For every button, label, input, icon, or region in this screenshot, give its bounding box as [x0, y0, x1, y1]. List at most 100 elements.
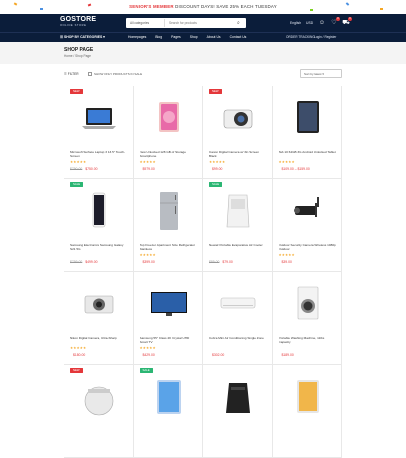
phone-icon[interactable]: [78, 189, 120, 233]
menu-item-shop[interactable]: Shop: [190, 33, 198, 42]
product-old-price: $790.00: [70, 167, 83, 171]
product-current-price: $180.00: [73, 353, 86, 357]
order-tracking-link[interactable]: ORDER TRACKING: [286, 33, 315, 42]
product-card[interactable]: Samsung 55" Class 4K Crystal UHD Smart T…: [133, 272, 203, 365]
product-badge: NEW: [70, 89, 83, 94]
product-card[interactable]: Outdoor Security Camera Wireless 1080p O…: [272, 179, 342, 272]
menu-item-pages[interactable]: Pages: [171, 33, 181, 42]
product-card[interactable]: NEW Canon Digital Camera w/ 3in Screen Bl…: [203, 86, 273, 179]
logo[interactable]: GOSTORE ONLINE STORE: [60, 16, 96, 28]
product-current-price: $750.00: [85, 167, 98, 171]
menu-item-blog[interactable]: Blog: [155, 33, 162, 42]
tablet-black-icon[interactable]: [287, 96, 329, 140]
product-card[interactable]: NEW: [64, 365, 134, 458]
product-current-price: $39.00: [281, 260, 292, 264]
product-title[interactable]: Microsoft Surface Laptop 3 13.5" Touch-S…: [70, 150, 128, 158]
search-icon[interactable]: ⌕: [237, 20, 243, 26]
user-icon[interactable]: ☺: [318, 19, 326, 27]
air-fryer-icon[interactable]: [217, 375, 259, 419]
product-card[interactable]: [203, 365, 273, 458]
product-title[interactable]: Top Freezer Apartment Size Refrigerator …: [140, 243, 198, 251]
product-title[interactable]: Canon Digital Camera w/ 3in Screen Black: [209, 150, 267, 158]
product-card[interactable]: SALE Samsung Electronics Samsung Galaxy S…: [64, 179, 134, 272]
camera-icon[interactable]: [217, 96, 259, 140]
menu-item-homepages[interactable]: Homepages: [128, 33, 146, 42]
ipad-blue-icon[interactable]: [148, 375, 190, 419]
fridge-icon[interactable]: [148, 189, 190, 233]
product-price: $89.00 $79.00: [209, 260, 233, 264]
product-current-price: $399.00: [142, 260, 155, 264]
product-badge: SALE: [139, 368, 153, 373]
tv-icon[interactable]: [148, 282, 190, 326]
in-sale-label: SHOW ONLY PRODUCTS IN SALE: [94, 72, 143, 76]
shop-by-categories-label: SHOP BY CATEGORIES: [63, 35, 103, 39]
product-card[interactable]: Tab 10 64GB 3G Android Unlocked Tablet ★★…: [272, 86, 342, 179]
product-rating: ★★★★★: [278, 253, 295, 257]
product-title[interactable]: Samsung Electronics Samsung Galaxy S21 5…: [70, 243, 128, 251]
product-card[interactable]: New Unlocked 128 GB of Storage Smartphon…: [133, 86, 203, 179]
product-title[interactable]: Newair Portable Evaporative Air Cooler: [209, 243, 267, 247]
compact-camera-icon[interactable]: [78, 282, 120, 326]
confetti-decoration: [87, 3, 92, 7]
product-title[interactable]: Samsung 55" Class 4K Crystal UHD Smart T…: [140, 336, 198, 344]
product-card[interactable]: SALE Newair Portable Evaporative Air Cool…: [203, 179, 273, 272]
shop-by-categories-button[interactable]: ☰ SHOP BY CATEGORIES ▾: [60, 33, 105, 42]
breadcrumb[interactable]: Home / Shop Page: [64, 54, 91, 58]
product-current-price: $429.00: [142, 353, 155, 357]
product-card[interactable]: Cobra Mini Air Conditioning Single Zone $…: [203, 272, 273, 365]
product-price: $302.00: [209, 353, 224, 357]
shop-toolbar: ☰ FILTER SHOW ONLY PRODUCTS IN SALE Sort…: [64, 69, 342, 79]
security-camera-icon[interactable]: [287, 189, 329, 233]
product-current-price: $109.00 – $159.00: [281, 167, 310, 171]
checkbox-icon: [88, 72, 92, 77]
product-price: $429.00: [140, 353, 155, 357]
ipad-silver-icon[interactable]: [287, 375, 329, 419]
menu-item-contact[interactable]: Contact Us: [230, 33, 247, 42]
filter-label: FILTER: [67, 72, 79, 76]
currency-select[interactable]: USD: [306, 14, 313, 32]
rice-cooker-icon[interactable]: [78, 375, 120, 419]
product-price: [209, 446, 212, 450]
product-old-price: $89.00: [209, 260, 220, 264]
product-card[interactable]: SALE: [133, 365, 203, 458]
product-title[interactable]: Outdoor Security Camera Wireless 1080p O…: [279, 243, 337, 251]
confetti-decoration: [310, 9, 313, 11]
tablet-icon[interactable]: [148, 96, 190, 140]
product-price: $399.00: [140, 260, 155, 264]
product-card[interactable]: Nikon Digital Camera, Ultra-Sharp ★★★★★ $1…: [64, 272, 134, 365]
air-conditioner-icon[interactable]: [217, 282, 259, 326]
cart-count: 0: [348, 17, 352, 21]
product-old-price: $799.00: [70, 260, 83, 264]
product-card[interactable]: [272, 365, 342, 458]
in-sale-toggle[interactable]: SHOW ONLY PRODUCTS IN SALE: [88, 71, 142, 77]
product-badge: NEW: [209, 89, 222, 94]
product-title[interactable]: New Unlocked 128 GB of Storage Smartphon…: [140, 150, 198, 158]
category-select[interactable]: All categories: [130, 18, 149, 28]
product-title[interactable]: Tab 10 64GB 3G Android Unlocked Tablet: [279, 150, 337, 154]
washer-icon[interactable]: [287, 282, 329, 326]
login-link[interactable]: Login / Register: [314, 33, 336, 42]
product-title[interactable]: Nikon Digital Camera, Ultra-Sharp: [70, 336, 128, 340]
wishlist-icon[interactable]: ♡ 0: [330, 17, 340, 27]
product-title[interactable]: Cobra Mini Air Conditioning Single Zone: [209, 336, 267, 340]
product-rating: ★★★★★: [278, 160, 295, 164]
product-card[interactable]: NEW Microsoft Surface Laptop 3 13.5" Touc…: [64, 86, 134, 179]
product-card[interactable]: Portable Washing Machine, 11lbs Capacity…: [272, 272, 342, 365]
main-nav: ☰ SHOP BY CATEGORIES ▾ Homepages Blog Pa…: [0, 32, 406, 42]
language-select[interactable]: English: [290, 14, 301, 32]
filter-button[interactable]: ☰ FILTER: [64, 71, 79, 77]
menu-item-about[interactable]: About Us: [207, 33, 221, 42]
cart-icon[interactable]: ⛟ 0: [342, 17, 352, 27]
search-input[interactable]: [164, 19, 234, 27]
product-title[interactable]: Portable Washing Machine, 11lbs Capacity: [279, 336, 337, 344]
laptop-icon[interactable]: [78, 96, 120, 140]
air-cooler-icon[interactable]: [217, 189, 259, 233]
promo-text: DISCOUNT DAYS! SAVE 25% EACH TUESDAY: [173, 4, 277, 9]
product-current-price: $79.00: [222, 260, 233, 264]
promo-highlight: SENIOR'S MEMBER: [129, 4, 174, 9]
page-header: SHOP PAGE Home / Shop Page: [0, 42, 406, 64]
product-price: $109.00 – $159.00: [279, 167, 310, 171]
product-card[interactable]: Top Freezer Apartment Size Refrigerator …: [133, 179, 203, 272]
product-price: $790.00 $750.00: [70, 167, 98, 171]
sort-select[interactable]: Sort by latest ▾: [300, 69, 342, 78]
